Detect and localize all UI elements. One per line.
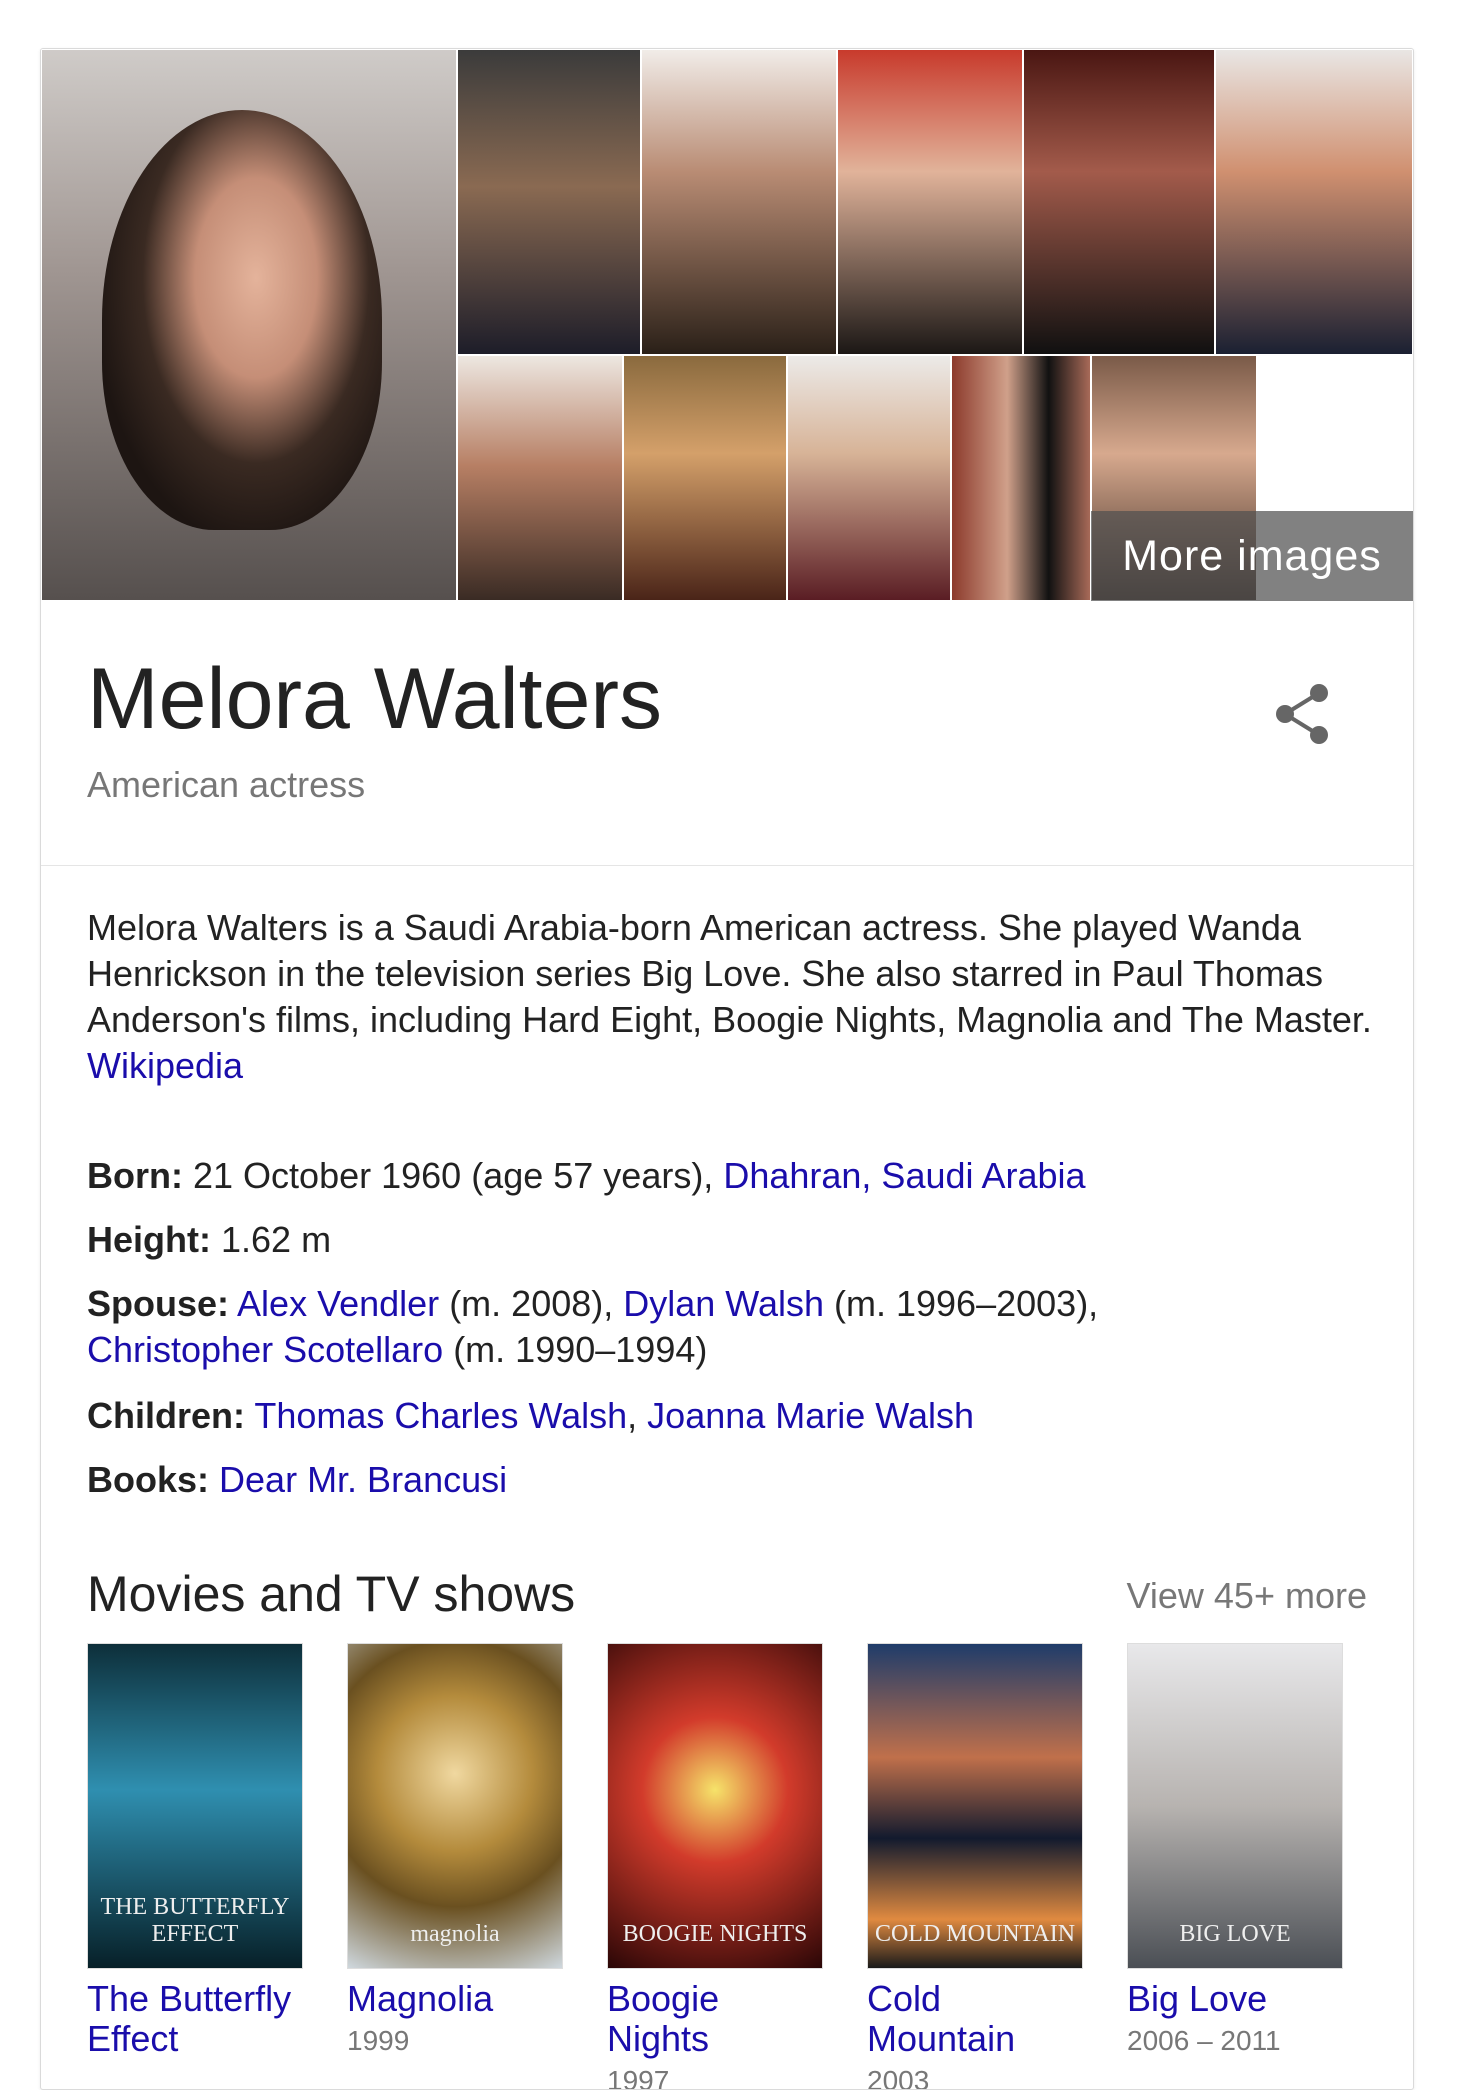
spouse-link[interactable]: Alex Vendler: [237, 1283, 439, 1324]
fact-label: Born:: [87, 1155, 183, 1196]
share-button[interactable]: [1271, 679, 1335, 749]
divider: [41, 865, 1413, 866]
entity-subtitle: American actress: [87, 764, 366, 805]
entity-title: Melora Walters: [87, 651, 663, 747]
child-link[interactable]: Joanna Marie Walsh: [647, 1395, 974, 1436]
book-link[interactable]: Dear Mr. Brancusi: [219, 1459, 507, 1500]
spouse-link[interactable]: Dylan Walsh: [623, 1283, 824, 1324]
thumbnail-photo[interactable]: [457, 355, 623, 601]
description: Melora Walters is a Saudi Arabia-born Am…: [87, 905, 1387, 1089]
fact-value: 1.62 m: [221, 1219, 332, 1260]
description-text: Melora Walters is a Saudi Arabia-born Am…: [87, 907, 1372, 1040]
child-link[interactable]: Thomas Charles Walsh: [254, 1395, 627, 1436]
spouse-note: (m. 1990–1994): [453, 1329, 708, 1370]
view-more-link[interactable]: View 45+ more: [1127, 1573, 1367, 1619]
fact-label: Height:: [87, 1219, 211, 1260]
movie-title[interactable]: The Butterfly Effect: [87, 1979, 303, 2059]
fact-label: Children:: [87, 1395, 245, 1436]
fact-children: Children: Thomas Charles Walsh, Joanna M…: [87, 1393, 1387, 1439]
poster-title: BIG LOVE: [1179, 1921, 1291, 1947]
share-icon: [1276, 684, 1328, 744]
knowledge-panel: More images Melora Walters American actr…: [40, 48, 1414, 2090]
movie-year: 2003: [867, 2065, 930, 2090]
movie-year: 2006 – 2011: [1127, 2025, 1281, 2056]
movie-card[interactable]: COLD MOUNTAIN Cold Mountain 2003: [867, 1643, 1083, 2090]
spouse-link[interactable]: Christopher Scotellaro: [87, 1329, 443, 1370]
spouse-note: (m. 2008),: [449, 1283, 614, 1324]
thumbnail-photo[interactable]: [787, 355, 951, 601]
movie-year: 1999: [347, 2025, 410, 2056]
movie-card[interactable]: magnolia Magnolia 1999: [347, 1643, 563, 2059]
movie-title[interactable]: Big Love: [1127, 1979, 1343, 2019]
thumbnail-photo[interactable]: [1215, 49, 1413, 355]
fact-label: Books:: [87, 1459, 210, 1500]
poster-title: THE BUTTERFLY EFFECT: [100, 1894, 290, 1947]
thumbnail-photo[interactable]: [623, 355, 787, 601]
movie-year: 1997: [607, 2065, 670, 2090]
poster-title: COLD MOUNTAIN: [874, 1921, 1076, 1947]
spouse-note: (m. 1996–2003),: [834, 1283, 1099, 1324]
movie-poster[interactable]: magnolia: [347, 1643, 563, 1969]
child-separator: ,: [627, 1395, 638, 1436]
fact-books: Books: Dear Mr. Brancusi: [87, 1457, 1387, 1503]
wikipedia-link[interactable]: Wikipedia: [87, 1045, 243, 1086]
poster-title: BOOGIE NIGHTS: [622, 1921, 808, 1947]
movie-card[interactable]: THE BUTTERFLY EFFECT The Butterfly Effec…: [87, 1643, 303, 2063]
movie-poster[interactable]: BIG LOVE: [1127, 1643, 1343, 1969]
fact-label: Spouse:: [87, 1283, 230, 1324]
movie-card[interactable]: BOOGIE NIGHTS Boogie Nights 1997: [607, 1643, 823, 2090]
movie-title[interactable]: Magnolia: [347, 1979, 563, 2019]
thumbnail-photo[interactable]: [837, 49, 1023, 355]
thumbnail-photo[interactable]: [1023, 49, 1215, 355]
movie-poster[interactable]: THE BUTTERFLY EFFECT: [87, 1643, 303, 1969]
more-images-button[interactable]: More images: [1091, 511, 1413, 601]
movie-title[interactable]: Cold Mountain: [867, 1979, 1083, 2059]
main-photo[interactable]: [41, 49, 457, 601]
fact-spouse: Spouse: Alex Vendler (m. 2008), Dylan Wa…: [87, 1281, 1387, 1373]
poster-title: magnolia: [410, 1921, 500, 1947]
movie-card[interactable]: BIG LOVE Big Love 2006 – 2011: [1127, 1643, 1343, 2059]
fact-born: Born: 21 October 1960 (age 57 years), Dh…: [87, 1153, 1387, 1199]
movie-title[interactable]: Boogie Nights: [607, 1979, 823, 2059]
fact-value: 21 October 1960 (age 57 years),: [193, 1155, 714, 1196]
fact-height: Height: 1.62 m: [87, 1217, 1387, 1263]
birthplace-link[interactable]: Dhahran, Saudi Arabia: [723, 1155, 1085, 1196]
movies-section-title: Movies and TV shows: [87, 1566, 576, 1622]
thumbnail-photo[interactable]: [457, 49, 641, 355]
thumbnail-photo[interactable]: [641, 49, 837, 355]
movie-poster[interactable]: COLD MOUNTAIN: [867, 1643, 1083, 1969]
thumbnail-photo[interactable]: [951, 355, 1091, 601]
movie-poster[interactable]: BOOGIE NIGHTS: [607, 1643, 823, 1969]
